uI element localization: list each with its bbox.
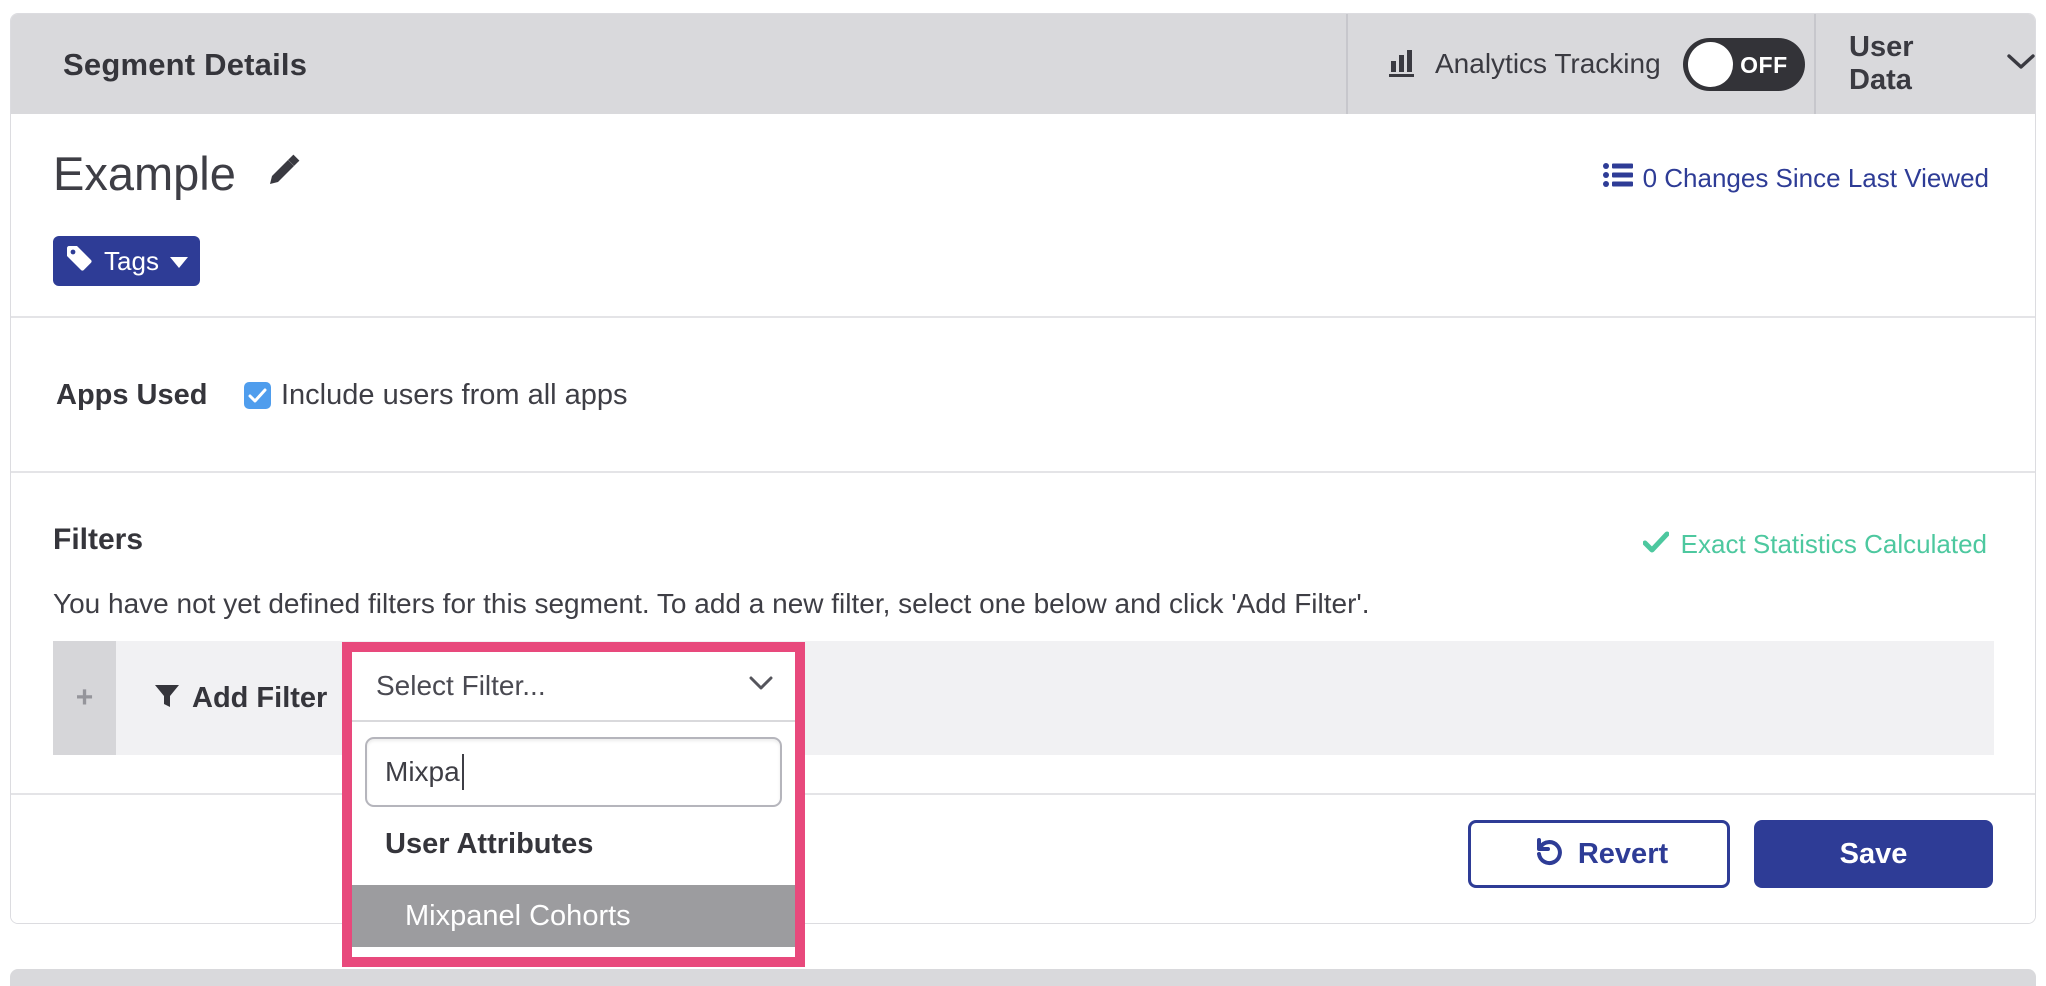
filters-heading: Filters (53, 523, 143, 557)
top-bar: Segment Details Analytics Tracking OFF U… (11, 14, 2035, 114)
include-all-apps-label: Include users from all apps (281, 379, 628, 412)
text-cursor (462, 754, 464, 790)
filter-search-input[interactable]: Mixpa (365, 737, 782, 807)
topbar-divider (1346, 14, 1348, 114)
caret-down-icon (170, 257, 188, 268)
filter-select-placeholder: Select Filter... (376, 670, 546, 702)
changes-link-label: 0 Changes Since Last Viewed (1643, 163, 1989, 194)
revert-button-label: Revert (1578, 838, 1668, 871)
filter-dropdown-panel: Mixpa User Attributes Mixpanel Cohorts (352, 722, 795, 957)
tag-icon (65, 244, 93, 279)
list-icon (1603, 162, 1633, 195)
add-filter-plus-button[interactable]: + (53, 641, 116, 755)
segment-name: Example (53, 146, 236, 201)
annotation-highlight-box: Select Filter... Mixpa User Attributes M… (342, 642, 805, 967)
exact-statistics-label: Exact Statistics Calculated (1681, 529, 1987, 560)
add-filter-label-group: Add Filter (154, 641, 327, 755)
chevron-down-icon (2007, 53, 2035, 76)
next-section-peek-bar (10, 969, 2036, 986)
tags-button-label: Tags (104, 246, 159, 277)
exact-statistics-status: Exact Statistics Calculated (1643, 529, 1987, 560)
plus-icon: + (76, 681, 94, 715)
save-button[interactable]: Save (1754, 820, 1993, 888)
changes-since-last-viewed-link[interactable]: 0 Changes Since Last Viewed (1603, 162, 1989, 195)
apps-used-label: Apps Used (56, 379, 244, 412)
chevron-down-icon (749, 676, 773, 696)
undo-icon (1530, 834, 1562, 874)
toggle-state-label: OFF (1740, 52, 1788, 79)
include-all-apps-checkbox[interactable] (244, 382, 271, 409)
tags-button[interactable]: Tags (53, 236, 200, 286)
segment-details-card: Segment Details Analytics Tracking OFF U… (10, 13, 2036, 924)
filters-description: You have not yet defined filters for thi… (53, 588, 1370, 620)
filter-search-value: Mixpa (385, 756, 460, 788)
apps-used-section: Apps Used Include users from all apps (11, 316, 2035, 471)
check-icon (1643, 529, 1669, 560)
checkbox-check-icon (248, 388, 267, 403)
actions-section: Revert Save (11, 793, 2035, 924)
bar-chart-icon (1389, 47, 1421, 82)
dropdown-option-mixpanel-cohorts[interactable]: Mixpanel Cohorts (352, 885, 795, 947)
analytics-tracking-toggle[interactable]: OFF (1683, 38, 1805, 91)
pencil-icon[interactable] (262, 150, 304, 197)
user-data-dropdown[interactable]: User Data (1849, 14, 2035, 114)
add-filter-label: Add Filter (192, 682, 327, 715)
topbar-divider (1814, 14, 1816, 114)
filter-select[interactable]: Select Filter... (352, 652, 795, 722)
dropdown-group-label: User Attributes (385, 828, 593, 861)
segment-name-row: Example (53, 146, 304, 201)
apps-used-row: Apps Used Include users from all apps (56, 318, 628, 473)
revert-button[interactable]: Revert (1468, 820, 1730, 888)
user-data-label: User Data (1849, 31, 1981, 97)
save-button-label: Save (1840, 838, 1908, 871)
segment-details-page: Segment Details Analytics Tracking OFF U… (0, 0, 2046, 986)
filter-funnel-icon (154, 683, 180, 714)
page-title: Segment Details (63, 47, 307, 83)
analytics-tracking-label: Analytics Tracking (1435, 48, 1661, 80)
analytics-tracking-control: Analytics Tracking OFF (1389, 14, 1805, 114)
segment-name-section: Example 0 Changes Since Last Viewed Tags (11, 114, 2035, 316)
filters-section: Filters Exact Statistics Calculated You … (11, 471, 2035, 793)
toggle-knob (1688, 42, 1733, 87)
